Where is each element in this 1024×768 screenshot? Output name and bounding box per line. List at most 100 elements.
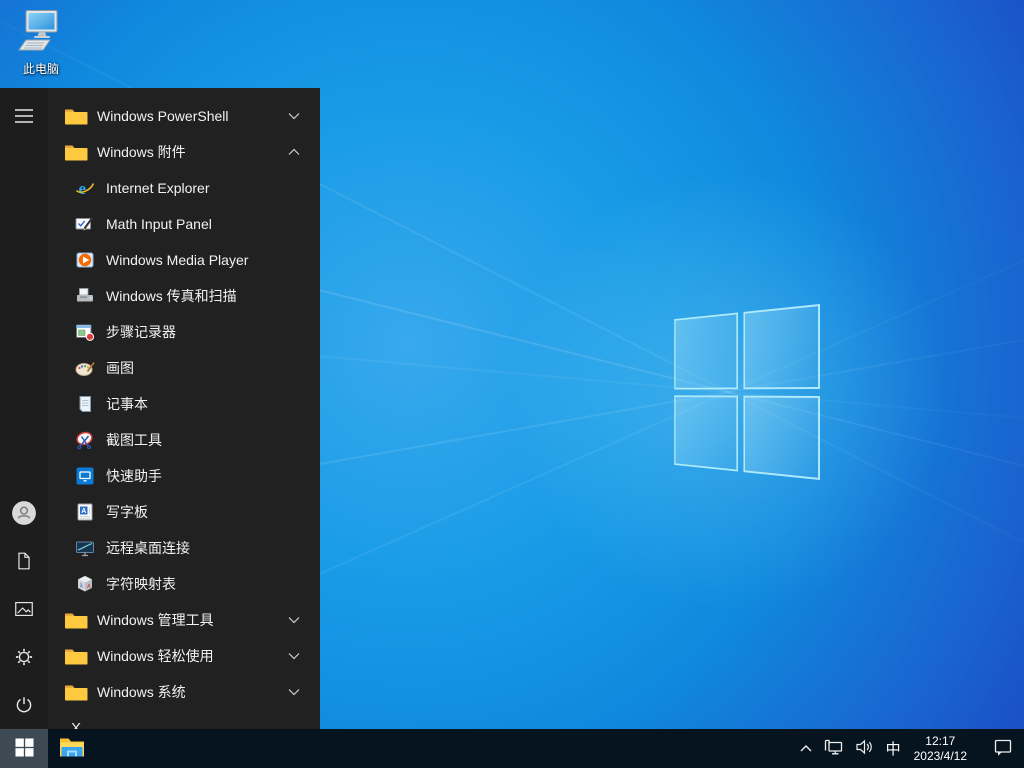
start-menu-item-label: Windows 轻松使用 — [97, 646, 214, 666]
start-menu-item-label: 截图工具 — [106, 430, 162, 450]
gear-icon — [13, 646, 35, 668]
svg-text:A: A — [87, 584, 91, 590]
taskbar-clock[interactable]: 12:17 2023/4/12 — [907, 729, 974, 768]
start-menu-item-label: Internet Explorer — [106, 180, 210, 196]
windows-logo-pane — [743, 304, 820, 389]
start-menu-item-label: Windows Media Player — [106, 252, 248, 268]
taskbar: 中 12:17 2023/4/12 — [0, 729, 1024, 768]
start-menu-item-label: 远程桌面连接 — [106, 538, 190, 558]
folder-icon — [64, 611, 88, 630]
chevron-up-icon — [799, 741, 813, 756]
chevron-down-icon — [288, 688, 300, 696]
action-center-button[interactable] — [988, 729, 1018, 768]
action-center-icon — [993, 738, 1013, 760]
chevron-down-icon — [288, 616, 300, 624]
svg-text:λ: λ — [80, 584, 83, 590]
start-rail-documents-button[interactable] — [0, 537, 48, 585]
taskbar-app-file-explorer[interactable] — [48, 729, 96, 768]
start-rail-pictures-button[interactable] — [0, 585, 48, 633]
start-menu-item-label: 画图 — [106, 358, 134, 378]
hidden-icons-button[interactable] — [794, 729, 818, 768]
chevron-down-icon — [288, 652, 300, 660]
folder-icon — [64, 143, 88, 162]
volume-button[interactable] — [850, 729, 880, 768]
start-menu-item-label: 记事本 — [106, 394, 148, 414]
start-rail-settings-button[interactable] — [0, 633, 48, 681]
folder-icon — [64, 107, 88, 126]
start-menu-item-label: Math Input Panel — [106, 216, 212, 232]
power-icon — [13, 694, 35, 716]
start-menu-item-internet-explorer[interactable]: e Internet Explorer — [48, 170, 320, 206]
quick-assist-icon — [73, 466, 97, 486]
windows-logo-pane — [674, 395, 737, 472]
ethernet-icon — [823, 738, 845, 759]
start-menu-item-windows-system[interactable]: Windows 系统 — [48, 674, 320, 710]
user-icon — [11, 500, 37, 526]
start-menu-item-label: Windows 附件 — [97, 142, 186, 162]
windows-logo-pane — [674, 313, 737, 390]
rdp-icon — [73, 538, 97, 558]
start-menu-item-label: 字符映射表 — [106, 574, 176, 594]
start-menu-item-snipping-tool[interactable]: 截图工具 — [48, 422, 320, 458]
start-menu-item-label: 写字板 — [106, 502, 148, 522]
start-menu-item-windows-accessories[interactable]: Windows 附件 — [48, 134, 320, 170]
section-letter: X — [64, 720, 88, 730]
start-menu-item-label: 快速助手 — [106, 466, 162, 486]
start-menu-item-windows-powershell[interactable]: Windows PowerShell — [48, 98, 320, 134]
start-menu-item-steps-recorder[interactable]: 步骤记录器 — [48, 314, 320, 350]
start-menu-item-section-x[interactable]: X — [48, 710, 320, 729]
this-pc-icon — [17, 41, 65, 58]
start-menu-item-windows-ease-of-access[interactable]: Windows 轻松使用 — [48, 638, 320, 674]
start-menu: Windows PowerShell Windows 附件 e Internet Ex… — [0, 88, 320, 729]
steps-recorder-icon — [73, 322, 97, 342]
start-rail-user-button[interactable] — [0, 489, 48, 537]
wordpad-icon: A — [73, 502, 97, 522]
folder-icon — [64, 683, 88, 702]
desktop-wallpaper: 此电脑 Windows PowerShell Windows 附件 e Interne… — [0, 0, 1024, 768]
pictures-icon — [13, 598, 35, 620]
clock-time: 12:17 — [925, 734, 955, 749]
start-menu-item-windows-admin-tools[interactable]: Windows 管理工具 — [48, 602, 320, 638]
start-rail-menu-button[interactable] — [0, 92, 48, 140]
start-menu-item-remote-desktop-connection[interactable]: 远程桌面连接 — [48, 530, 320, 566]
hamburger-icon — [14, 108, 34, 124]
document-icon — [13, 550, 35, 572]
desktop-icon-this-pc[interactable]: 此电脑 — [12, 8, 70, 77]
folder-icon — [64, 647, 88, 666]
svg-text:A: A — [81, 508, 86, 515]
start-menu-item-character-map[interactable]: λA 字符映射表 — [48, 566, 320, 602]
math-input-icon — [73, 214, 97, 234]
speaker-icon — [855, 739, 875, 758]
chevron-up-icon — [288, 148, 300, 156]
start-menu-item-windows-fax-and-scan[interactable]: Windows 传真和扫描 — [48, 278, 320, 314]
svg-text:e: e — [79, 179, 87, 198]
windows-logo-pane — [743, 395, 820, 480]
start-menu-item-label: Windows 管理工具 — [97, 610, 214, 630]
start-menu-item-wordpad[interactable]: A 写字板 — [48, 494, 320, 530]
fax-icon — [73, 286, 97, 306]
start-menu-item-notepad[interactable]: 记事本 — [48, 386, 320, 422]
start-button[interactable] — [0, 729, 48, 768]
start-menu-app-list: Windows PowerShell Windows 附件 e Internet Ex… — [48, 98, 320, 729]
start-menu-item-paint[interactable]: 画图 — [48, 350, 320, 386]
start-menu-item-label: Windows 系统 — [97, 682, 186, 702]
start-menu-item-math-input-panel[interactable]: Math Input Panel — [48, 206, 320, 242]
windows-start-icon — [15, 738, 34, 760]
charmap-icon: λA — [73, 574, 97, 594]
ime-indicator[interactable]: 中 — [880, 729, 907, 768]
start-menu-item-label: Windows 传真和扫描 — [106, 286, 237, 306]
desktop-icon-label: 此电脑 — [12, 60, 70, 77]
notepad-icon — [73, 394, 97, 414]
start-menu-item-label: Windows PowerShell — [97, 108, 229, 124]
paint-icon — [73, 358, 97, 378]
start-rail-power-button[interactable] — [0, 681, 48, 729]
snipping-tool-icon — [73, 430, 97, 450]
clock-date: 2023/4/12 — [914, 749, 967, 764]
chevron-down-icon — [288, 112, 300, 120]
file-explorer-icon — [59, 737, 85, 761]
start-menu-item-windows-media-player[interactable]: Windows Media Player — [48, 242, 320, 278]
start-menu-item-quick-assist[interactable]: 快速助手 — [48, 458, 320, 494]
network-button[interactable] — [818, 729, 850, 768]
start-menu-item-label: 步骤记录器 — [106, 322, 176, 342]
ie-icon: e — [73, 178, 97, 198]
